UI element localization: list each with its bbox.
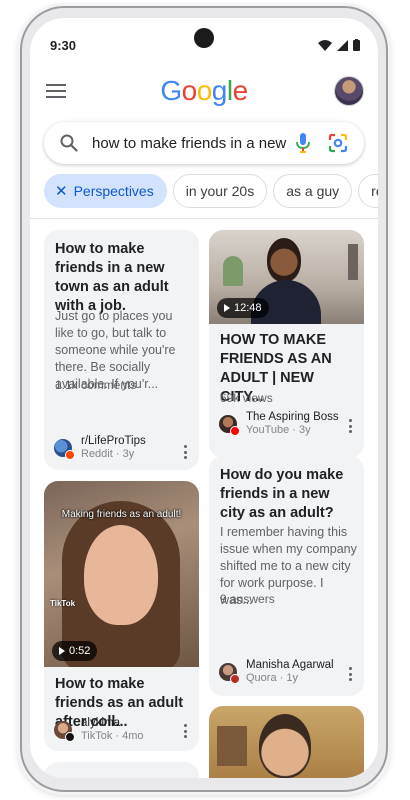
logo-letter: g: [211, 75, 228, 106]
result-card-quora[interactable]: How do you make friends in a new city as…: [209, 456, 364, 696]
close-icon[interactable]: ✕: [55, 182, 68, 200]
status-bar: 9:30: [30, 18, 378, 58]
result-card-partial[interactable]: [44, 762, 199, 778]
source-sub: TikTok · 4mo: [81, 730, 144, 742]
source-name: Manisha Agarwal: [246, 659, 334, 671]
channel-avatar: [219, 414, 240, 436]
source-sub: Reddit · 3y: [81, 448, 135, 460]
chip-partial[interactable]: re: [358, 174, 378, 208]
duration-text: 12:48: [234, 302, 262, 314]
card-stat: 9 answers: [220, 592, 275, 606]
quora-icon: [230, 673, 240, 684]
more-options-icon[interactable]: [183, 445, 187, 459]
account-avatar[interactable]: [334, 76, 364, 106]
creator-avatar: [54, 720, 75, 742]
card-source[interactable]: alykima TikTok · 4mo: [54, 717, 144, 742]
result-card-tiktok[interactable]: Making friends as an adult! TikTok 0:52 …: [44, 481, 199, 751]
card-source[interactable]: The Aspiring Boss YouTube · 3y: [219, 411, 339, 436]
result-card-reddit[interactable]: How to make friends in a new town as an …: [44, 230, 199, 470]
person-head: [267, 238, 301, 282]
chip-perspectives[interactable]: ✕ Perspectives: [44, 174, 167, 208]
status-icons: [318, 39, 360, 51]
logo-letter: o: [196, 75, 213, 106]
tiktok-watermark: TikTok: [50, 599, 76, 608]
card-source[interactable]: r/LifeProTips Reddit · 3y: [54, 435, 146, 460]
filter-chips: ✕ Perspectives in your 20s as a guy re: [44, 174, 378, 208]
source-sub: YouTube · 3y: [246, 424, 311, 436]
search-input[interactable]: how to make friends in a new: [92, 135, 287, 152]
battery-icon: [353, 39, 360, 51]
more-options-icon[interactable]: [348, 667, 352, 681]
source-name: alykima: [81, 717, 120, 729]
logo-letter: e: [232, 75, 249, 106]
tiktok-icon: [65, 731, 75, 742]
author-avatar: [219, 662, 240, 684]
google-logo[interactable]: Google: [30, 75, 378, 107]
card-title[interactable]: How do you make friends in a new city as…: [220, 466, 358, 523]
search-bar[interactable]: how to make friends in a new: [44, 122, 364, 164]
divider: [30, 218, 378, 219]
face-shape: [84, 525, 158, 625]
source-name: r/LifeProTips: [81, 435, 146, 447]
play-icon: [59, 647, 65, 655]
result-card-youtube[interactable]: 12:48 HOW TO MAKE FRIENDS AS AN ADULT | …: [209, 230, 364, 458]
card-stat: 1.1k comments: [55, 378, 137, 392]
signal-icon: [337, 39, 348, 51]
wall-frame: [348, 244, 358, 280]
front-camera: [194, 28, 214, 48]
microphone-icon[interactable]: [296, 133, 310, 153]
card-title[interactable]: How to make friends in a new town as an …: [55, 240, 193, 316]
source-name: The Aspiring Boss: [246, 411, 339, 423]
more-options-icon[interactable]: [348, 419, 352, 433]
more-options-icon[interactable]: [183, 724, 187, 738]
overlay-caption: Making friends as an adult!: [61, 509, 182, 520]
video-thumbnail[interactable]: 12:48: [209, 230, 364, 324]
logo-letter: o: [181, 75, 198, 106]
plant-decor: [223, 256, 243, 286]
duration-text: 0:52: [69, 645, 91, 657]
phone-screen: 9:30 Google how to make friends in a new: [30, 18, 378, 778]
card-stat: 69k views: [220, 391, 273, 405]
search-icon: [60, 134, 78, 152]
chip-as-a-guy[interactable]: as a guy: [273, 174, 353, 208]
logo-letter: G: [160, 75, 182, 106]
person-head: [259, 714, 311, 778]
chip-in-your-20s[interactable]: in your 20s: [172, 174, 268, 208]
google-lens-icon[interactable]: [328, 133, 348, 153]
video-thumbnail[interactable]: Making friends as an adult! TikTok 0:52: [44, 481, 199, 667]
card-source[interactable]: Manisha Agarwal Quora · 1y: [219, 659, 334, 684]
reddit-icon: [65, 449, 75, 460]
play-icon: [224, 304, 230, 312]
video-duration: 0:52: [52, 641, 98, 661]
source-sub: Quora · 1y: [246, 672, 298, 684]
status-time: 9:30: [50, 38, 77, 53]
result-card-video-partial[interactable]: [209, 706, 364, 778]
video-thumbnail[interactable]: [209, 706, 364, 778]
subreddit-avatar: [54, 438, 75, 460]
wifi-icon: [318, 39, 332, 51]
shelf-decor: [217, 726, 247, 766]
chip-perspectives-label: Perspectives: [73, 183, 154, 199]
youtube-icon: [230, 425, 240, 436]
video-duration: 12:48: [217, 298, 269, 318]
app-header: Google: [30, 72, 378, 112]
